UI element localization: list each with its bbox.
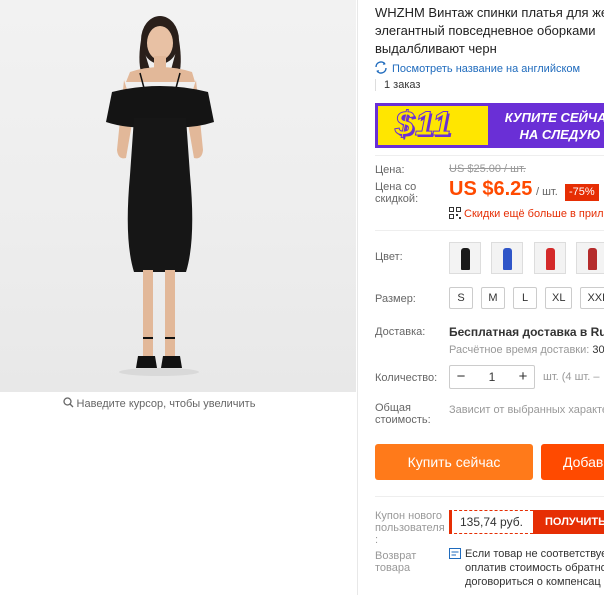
banner-big-text: $11 [394, 105, 453, 144]
size-label: Размер: [375, 293, 416, 305]
quantity-decrease-button[interactable]: − [450, 366, 472, 388]
promo-banner[interactable]: $11 КУПИТЕ СЕЙЧАС НА СЛЕДУЮ [375, 103, 604, 148]
product-gallery: Наведите курсор, чтобы увеличить [0, 0, 356, 595]
coupon-value: 135,74 руб. [449, 510, 533, 534]
size-option-xl[interactable]: XL [545, 287, 573, 309]
banner-text: КУПИТЕ СЕЙЧАС НА СЛЕДУЮ [495, 109, 604, 143]
price-unit: / шт. [536, 186, 558, 198]
zoom-hint-text: Наведите курсор, чтобы увеличить [76, 398, 256, 410]
separator [375, 155, 604, 156]
size-option-s[interactable]: S [449, 287, 473, 309]
current-price: US $6.25 [449, 178, 533, 200]
total-label: Общая стоимость: [375, 402, 431, 426]
app-discount-text[interactable]: Скидки ещё больше в прил [464, 208, 604, 220]
old-price: US $25.00 / шт. [449, 163, 526, 175]
translate-icon [374, 61, 388, 77]
shipping-label: Доставка: [375, 326, 426, 338]
return-line-1: Если товар не соответствуе [465, 548, 604, 560]
get-coupon-button[interactable]: ПОЛУЧИТЬ [533, 510, 604, 534]
color-swatch-blue[interactable] [491, 242, 524, 274]
color-swatch-black[interactable] [449, 242, 481, 274]
total-value: Зависит от выбранных характе [449, 404, 604, 416]
translate-link-text[interactable]: Посмотреть название на английском [392, 63, 580, 75]
buy-now-button[interactable]: Купить сейчас [375, 444, 533, 480]
quantity-increase-button[interactable]: + [512, 366, 534, 388]
product-info: WHZHM Винтаж спинки платья для женщин эл… [358, 0, 604, 595]
color-label: Цвет: [375, 251, 403, 263]
separator [375, 230, 604, 231]
banner-line-1: КУПИТЕ СЕЙЧАС [504, 110, 604, 125]
orders-count: 1 заказ [375, 79, 420, 91]
return-policy-icon [449, 548, 461, 563]
size-options: SML XL XXL [449, 287, 604, 309]
separator [375, 496, 604, 497]
shipping-time-label: Расчётное время доставки: [449, 344, 590, 356]
quantity-stepper: − 1 + [449, 365, 535, 389]
banner-line-2: НА СЛЕДУЮ [519, 127, 601, 142]
quantity-input[interactable]: 1 [472, 366, 512, 388]
translate-title-link[interactable]: Посмотреть название на английском [374, 61, 580, 77]
price-label: Цена: [375, 164, 405, 176]
shipping-method[interactable]: Бесплатная доставка в Russia [449, 325, 604, 339]
quantity-note: шт. (4 шт. – [543, 371, 600, 383]
zoom-hint: Наведите курсор, чтобы увеличить [0, 397, 318, 411]
shipping-time: Расчётное время доставки: 30 [449, 344, 604, 356]
qr-code-icon [449, 207, 461, 222]
return-line-3: договориться о компенсац [465, 576, 601, 588]
color-swatch-burgundy[interactable] [576, 242, 604, 274]
quantity-label: Количество: [375, 372, 438, 384]
discount-price-label: Цена со скидкой: [375, 181, 419, 205]
shipping-time-value: 30 [592, 344, 604, 356]
discount-badge: -75% [565, 184, 599, 201]
app-discount-link[interactable]: Скидки ещё больше в прил [449, 207, 604, 222]
search-icon [62, 397, 74, 411]
product-photo[interactable] [0, 0, 356, 392]
coupon-label: Купон нового пользователя : [375, 510, 445, 546]
product-title: WHZHM Винтаж спинки платья для женщин эл… [375, 5, 604, 56]
color-swatches [449, 242, 604, 274]
return-line-2: оплатив стоимость обратно [465, 562, 604, 574]
return-label: Возврат товара [375, 550, 417, 574]
add-to-cart-button[interactable]: Добав [541, 444, 604, 480]
color-swatch-red[interactable] [533, 242, 566, 274]
size-option-xxl[interactable]: XXL [580, 287, 604, 309]
model-photo-illustration [106, 16, 214, 376]
return-policy: Если товар не соответствуе оплатив стоим… [449, 547, 604, 589]
size-option-l[interactable]: L [513, 287, 537, 309]
size-option-m[interactable]: M [481, 287, 505, 309]
